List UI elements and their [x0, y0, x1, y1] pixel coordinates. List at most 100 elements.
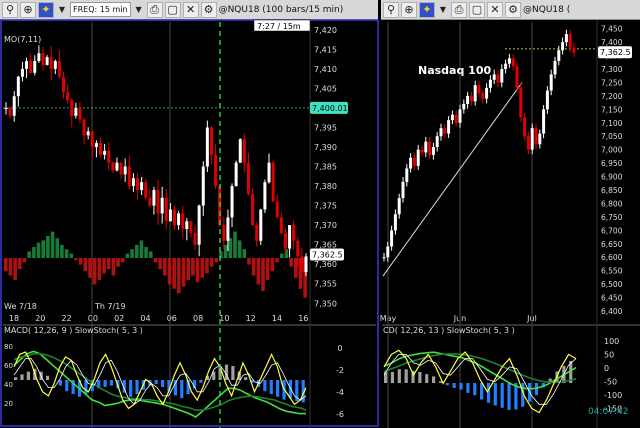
price-bar [127, 166, 131, 187]
price-bar [424, 141, 428, 153]
macd-histogram-bar [103, 380, 107, 387]
y-tick-label: 7,200 [601, 92, 623, 101]
price-bar [193, 232, 197, 245]
price-bar [386, 246, 390, 258]
price-bar [57, 61, 61, 77]
macd-histogram-bar [459, 383, 463, 390]
y-tick-label: 7,050 [601, 132, 623, 141]
y-tick-label: 7,150 [601, 105, 623, 114]
macd-histogram-bar [445, 383, 449, 386]
price-bar [90, 131, 94, 148]
y-tick-label: -100 [604, 391, 622, 400]
momentum-bar [4, 258, 8, 272]
momentum-bar [69, 253, 74, 258]
price-bar [439, 128, 443, 137]
macd-histogram-bar [173, 380, 177, 396]
price-bar [29, 61, 33, 73]
macd-histogram-bar [432, 376, 436, 383]
price-bar [197, 205, 201, 245]
price-bar [62, 76, 66, 93]
price-bar [209, 127, 213, 155]
x-tick-label: 14 [272, 314, 282, 323]
y-tick-label: 7,370 [314, 221, 337, 230]
y-tick-label: 6,850 [601, 186, 623, 195]
y-tick-label: 6,500 [601, 280, 623, 289]
clock-readout: 04:07:42 [588, 407, 628, 417]
momentum-bar [279, 253, 284, 258]
price-bar [572, 47, 576, 53]
price-bar [275, 201, 279, 218]
price-bar [246, 162, 250, 194]
y-tick-label: 50 [604, 351, 614, 360]
price-bar [405, 168, 409, 182]
macd-histogram-bar [397, 369, 401, 383]
price-bar [549, 74, 553, 91]
y-tick-label: 60 [4, 362, 13, 370]
price-bar [222, 225, 226, 241]
price-bar [74, 107, 78, 116]
price-bar [409, 157, 413, 169]
price-bar [181, 213, 185, 230]
momentum-bar [237, 240, 242, 258]
momentum-bar [120, 258, 125, 263]
momentum-bar [139, 240, 144, 258]
price-tag-label: 7,400.01 [312, 104, 348, 113]
momentum-bar [27, 251, 31, 258]
momentum-bar [205, 258, 209, 274]
y-tick-label: -6 [336, 410, 344, 419]
price-bar [568, 34, 572, 48]
price-bar [534, 128, 538, 145]
price-bar [504, 63, 508, 70]
price-bar [45, 57, 49, 65]
macd-histogram-bar [269, 380, 273, 394]
price-bar [156, 189, 160, 214]
price-bar [168, 209, 172, 222]
price-bar [41, 53, 45, 65]
price-bar [454, 114, 458, 123]
price-bar [94, 143, 98, 148]
price-bar [201, 166, 205, 206]
momentum-bar [275, 258, 279, 263]
momentum-bar [186, 258, 190, 280]
price-bar [481, 93, 485, 99]
indicator-label: MO(7,11) [4, 35, 41, 44]
macd-histogram-bar [45, 375, 50, 380]
price-bar [412, 157, 416, 166]
y-tick-label: 20 [4, 400, 13, 408]
momentum-bar [102, 258, 106, 274]
y-tick-label: 7,415 [314, 45, 337, 54]
momentum-bar [116, 258, 120, 267]
price-bar [401, 181, 405, 199]
price-bar [447, 120, 451, 134]
price-bar [37, 53, 41, 62]
price-bar [500, 69, 504, 83]
price-bar [140, 182, 144, 190]
price-bar [205, 127, 209, 167]
price-bar [4, 107, 8, 109]
macd-histogram-bar [418, 372, 422, 383]
momentum-bar [92, 258, 97, 285]
macd-histogram-bar [466, 383, 470, 393]
price-bar [523, 117, 527, 137]
price-bar [271, 162, 275, 202]
price-bar [382, 257, 386, 259]
price-bar [8, 107, 12, 116]
macd-histogram-bar [390, 372, 395, 383]
y-tick-label: 6,750 [601, 213, 623, 222]
macd-histogram-bar [507, 383, 511, 410]
y-tick-label: 7,405 [314, 84, 337, 93]
momentum-bar [242, 249, 247, 258]
y-tick-label: 6,450 [601, 294, 623, 303]
price-bar [148, 197, 152, 206]
macd-histogram-bar [65, 380, 69, 392]
macd-histogram-bar [129, 380, 133, 397]
price-bar [251, 193, 255, 226]
macd-histogram-bar [263, 380, 267, 392]
macd-histogram-bar [135, 380, 139, 394]
y-tick-label: 7,350 [314, 299, 337, 308]
macd-histogram-bar [404, 369, 408, 383]
price-bar [255, 225, 259, 241]
y-tick-label: 6,400 [601, 307, 623, 316]
momentum-bar [200, 258, 205, 278]
momentum-bar [32, 247, 36, 258]
